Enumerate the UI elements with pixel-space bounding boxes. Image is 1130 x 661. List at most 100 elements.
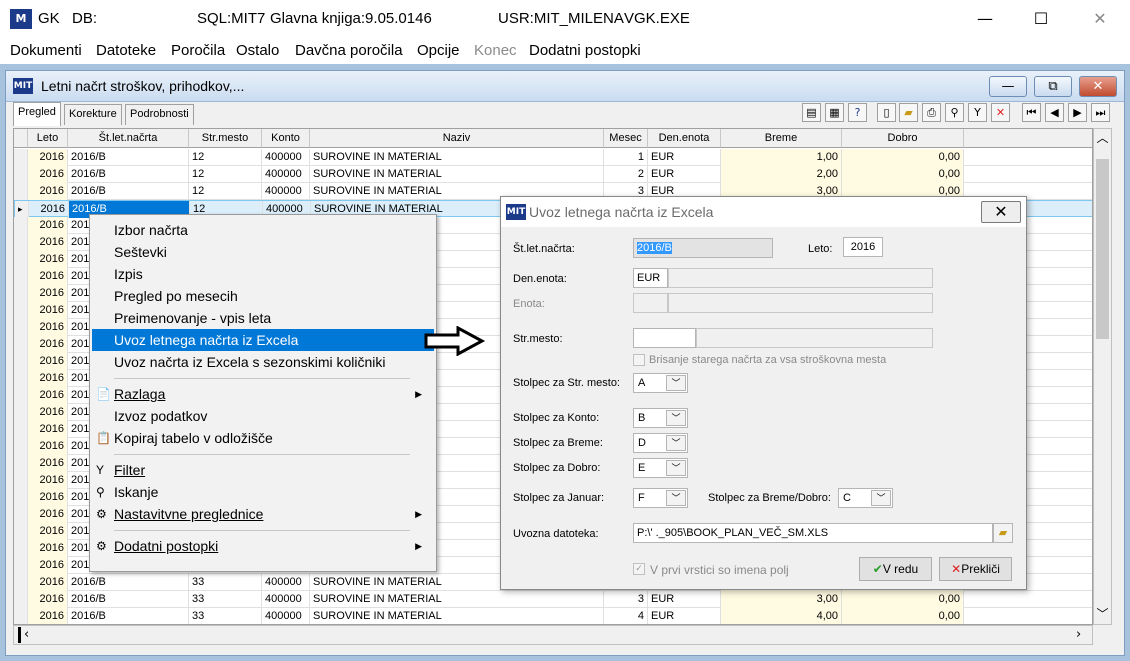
table-cell[interactable]: 2016 <box>28 557 68 574</box>
menu-item-uvoz-sezonski[interactable]: Uvoz načrta iz Excela s sezonskimi količ… <box>92 351 434 373</box>
menu-item-izpis[interactable]: Izpis <box>92 263 434 285</box>
menu-item-filter[interactable]: Y Filter <box>92 459 434 481</box>
table-cell[interactable] <box>964 166 1092 183</box>
table-cell[interactable]: 2016 <box>28 183 68 200</box>
toolbar-print-preview-icon[interactable]: ▤ <box>802 103 821 122</box>
toolbar-chart-icon[interactable]: ▦ <box>825 103 844 122</box>
table-cell[interactable]: 2016 <box>28 489 68 506</box>
table-cell[interactable]: 2016 <box>28 523 68 540</box>
ok-button[interactable]: ✔V redu <box>859 557 932 581</box>
table-cell[interactable]: 2016 <box>28 217 68 234</box>
table-cell[interactable]: 400000 <box>262 591 310 608</box>
browse-folder-icon[interactable]: ▰ <box>993 523 1013 543</box>
scroll-right-icon[interactable]: › <box>1076 627 1081 642</box>
table-cell[interactable]: 0,00 <box>842 166 964 183</box>
col-header-naziv[interactable]: Naziv <box>310 129 604 148</box>
table-cell[interactable] <box>964 149 1092 166</box>
stletnacrta-input[interactable]: 2016/B <box>633 238 773 258</box>
row-indicator[interactable] <box>14 591 28 608</box>
table-cell[interactable]: 2016 <box>28 574 68 591</box>
toolbar-last-icon[interactable]: ⏭ <box>1091 103 1110 122</box>
table-cell[interactable]: 33 <box>189 574 262 591</box>
table-cell[interactable]: 1,00 <box>721 149 842 166</box>
menu-item-uvoz-excel[interactable]: Uvoz letnega načrta iz Excela <box>92 329 434 351</box>
stolpec-breme-select[interactable]: D ﹀ <box>633 433 688 453</box>
table-cell[interactable]: 2016 <box>28 370 68 387</box>
dialog-close-button[interactable]: ✕ <box>981 201 1021 223</box>
col-header-konto[interactable]: Konto <box>262 129 310 148</box>
tab-korekture[interactable]: Korekture <box>64 104 122 125</box>
menu-davcna-porocila[interactable]: Davčna poročila <box>295 42 403 59</box>
row-indicator[interactable] <box>14 302 28 319</box>
menu-item-preimenovanje[interactable]: Preimenovanje - vpis leta <box>92 307 434 329</box>
tab-podrobnosti[interactable]: Podrobnosti <box>125 104 194 125</box>
row-indicator[interactable] <box>14 387 28 404</box>
menu-item-pregled-po-mesecih[interactable]: Pregled po mesecih <box>92 285 434 307</box>
row-indicator[interactable] <box>14 404 28 421</box>
toolbar-new-icon[interactable]: ▯ <box>877 103 896 122</box>
menu-item-izbor-nacrta[interactable]: Izbor načrta <box>92 219 434 241</box>
menu-item-razlaga[interactable]: 📄 Razlaga ▶ <box>92 383 434 405</box>
table-cell[interactable]: 2016 <box>28 234 68 251</box>
row-indicator[interactable] <box>14 319 28 336</box>
strmesto-input[interactable] <box>633 328 696 348</box>
table-cell[interactable]: 2016 <box>28 506 68 523</box>
table-cell[interactable]: 400000 <box>262 183 310 200</box>
datoteka-input[interactable]: P:\' ._905\BOOK_PLAN_VEČ_SM.XLS <box>633 523 993 543</box>
row-indicator[interactable] <box>14 455 28 472</box>
table-cell[interactable]: 4 <box>604 608 648 624</box>
table-cell[interactable]: SUROVINE IN MATERIAL <box>310 608 604 624</box>
table-cell[interactable]: 33 <box>189 591 262 608</box>
row-indicator[interactable] <box>14 217 28 234</box>
table-cell[interactable]: 3,00 <box>721 591 842 608</box>
denenota-input[interactable]: EUR <box>633 268 668 288</box>
table-cell[interactable]: 2016/B <box>68 574 189 591</box>
table-cell[interactable]: 0,00 <box>842 149 964 166</box>
table-cell[interactable]: 0,00 <box>842 608 964 624</box>
menu-porocila[interactable]: Poročila <box>171 42 225 59</box>
col-header-denenota[interactable]: Den.enota <box>648 129 721 148</box>
stolpec-januar-select[interactable]: F ﹀ <box>633 488 688 508</box>
menu-datoteke[interactable]: Datoteke <box>96 42 156 59</box>
child-close-button[interactable]: ✕ <box>1079 76 1117 97</box>
cancel-button[interactable]: ✕Prekliči <box>939 557 1012 581</box>
row-indicator[interactable] <box>14 540 28 557</box>
toolbar-print-icon[interactable]: ⎙ <box>922 103 941 122</box>
row-indicator[interactable] <box>14 234 28 251</box>
row-indicator[interactable] <box>14 438 28 455</box>
table-cell[interactable]: 2016 <box>28 353 68 370</box>
row-indicator[interactable]: ▸ <box>15 201 29 218</box>
col-header-stletnacrta[interactable]: Št.let.načrta <box>68 129 189 148</box>
table-cell[interactable]: 2016 <box>28 166 68 183</box>
table-cell[interactable]: 2 <box>604 166 648 183</box>
row-indicator[interactable] <box>14 166 28 183</box>
table-cell[interactable]: EUR <box>648 608 721 624</box>
table-cell[interactable]: 2016 <box>28 319 68 336</box>
table-row[interactable]: 2016 2016/B 12 400000 SUROVINE IN MATERIAL 2 E… <box>14 166 1092 183</box>
table-cell[interactable]: 2016 <box>28 285 68 302</box>
table-cell[interactable]: 400000 <box>262 149 310 166</box>
table-cell[interactable]: SUROVINE IN MATERIAL <box>310 149 604 166</box>
table-cell[interactable]: 2016 <box>29 201 69 218</box>
row-indicator[interactable] <box>14 608 28 624</box>
table-cell[interactable] <box>964 608 1092 624</box>
table-cell[interactable]: 12 <box>189 166 262 183</box>
toolbar-help-icon[interactable]: ? <box>848 103 867 122</box>
scroll-thumb-h[interactable] <box>18 627 21 643</box>
scroll-left-icon[interactable]: ‹ <box>24 627 29 642</box>
menu-item-nastavitvne[interactable]: ⚙ Nastavitvne preglednice ▶ <box>92 503 434 525</box>
table-cell[interactable]: 2016 <box>28 540 68 557</box>
table-cell[interactable]: 2016 <box>28 438 68 455</box>
col-header-leto[interactable]: Leto <box>28 129 68 148</box>
table-cell[interactable]: 2016/B <box>68 166 189 183</box>
stolpec-konto-select[interactable]: B ﹀ <box>633 408 688 428</box>
prvi-vrstici-checkbox[interactable]: ✓ <box>633 563 645 575</box>
row-indicator[interactable] <box>14 574 28 591</box>
table-cell[interactable]: SUROVINE IN MATERIAL <box>310 591 604 608</box>
menu-item-dodatni-postopki[interactable]: ⚙ Dodatni postopki ▶ <box>92 535 434 557</box>
close-button[interactable]: ✕ <box>1085 8 1115 30</box>
table-cell[interactable]: 2016 <box>28 608 68 624</box>
row-indicator[interactable] <box>14 421 28 438</box>
table-cell[interactable]: 2016 <box>28 455 68 472</box>
row-indicator[interactable] <box>14 251 28 268</box>
